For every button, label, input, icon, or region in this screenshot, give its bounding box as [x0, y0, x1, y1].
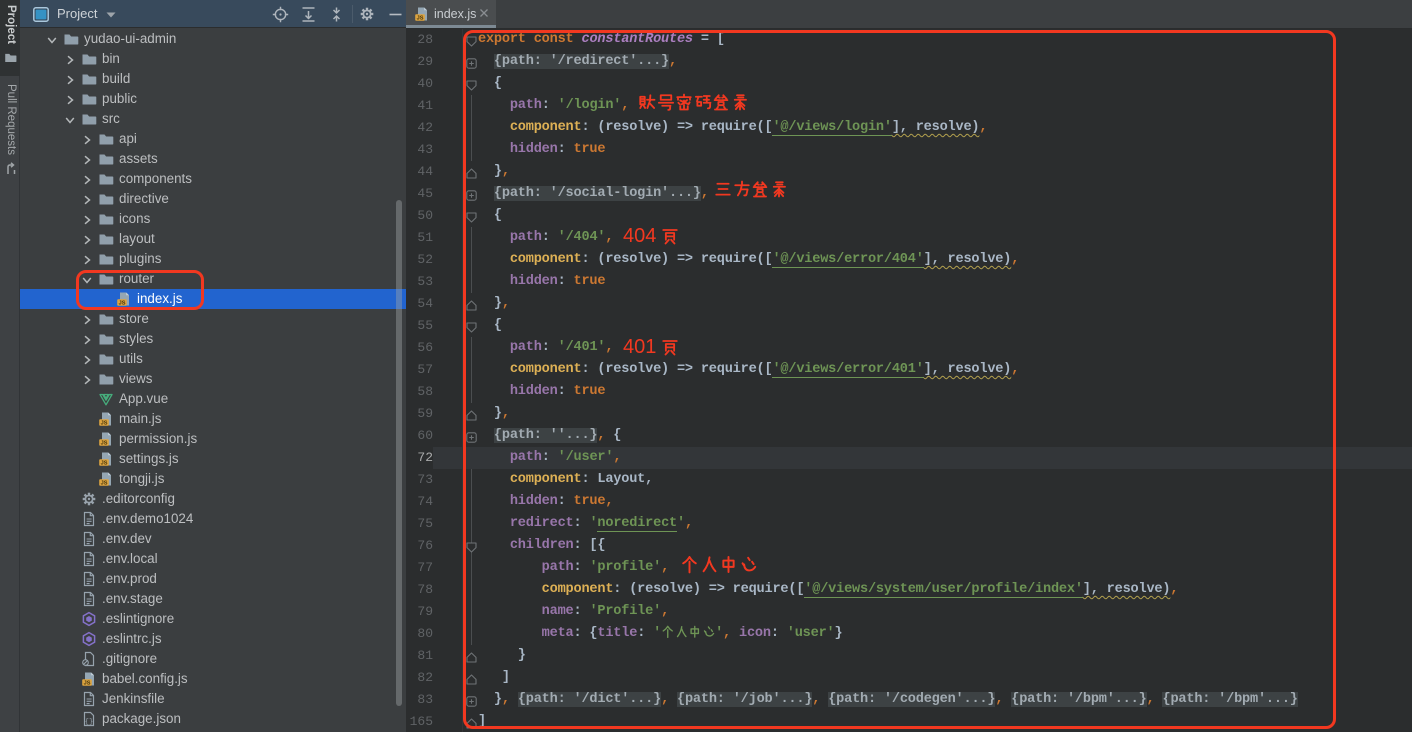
svg-text:{}: {}	[85, 719, 93, 727]
svg-text:JS: JS	[101, 420, 108, 426]
svg-text:JS: JS	[101, 480, 108, 486]
svg-text:JS: JS	[101, 440, 108, 446]
svg-text:JS: JS	[417, 15, 424, 21]
svg-text:JS: JS	[84, 680, 91, 686]
svg-text:JS: JS	[101, 460, 108, 466]
